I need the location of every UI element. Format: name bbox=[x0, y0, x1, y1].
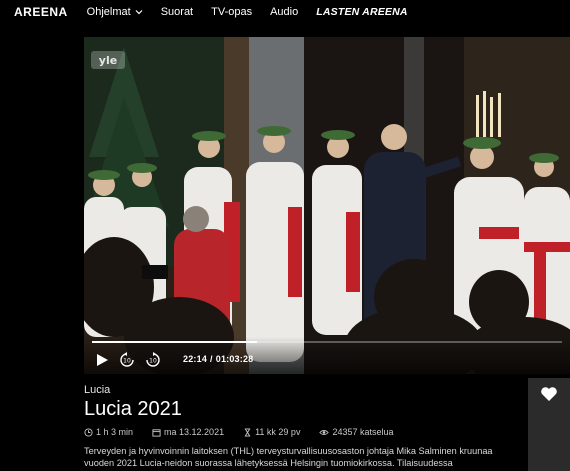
yle-logo: yle bbox=[91, 51, 125, 69]
top-navigation: AREENA Ohjelmat Suorat TV-opas Audio LAS… bbox=[0, 0, 570, 24]
duration-text: 1 h 3 min bbox=[96, 427, 134, 437]
rewind-10-button[interactable]: 10 bbox=[119, 352, 135, 368]
program-title: Lucia 2021 bbox=[84, 398, 182, 420]
meta-availability: 11 kk 29 pv bbox=[243, 427, 300, 437]
nav-item-audio[interactable]: Audio bbox=[270, 6, 298, 18]
nav-item-suorat[interactable]: Suorat bbox=[161, 6, 193, 18]
availability-text: 11 kk 29 pv bbox=[255, 427, 301, 437]
forward-10-icon: 10 bbox=[146, 352, 160, 367]
play-button[interactable] bbox=[94, 352, 110, 368]
total-duration: 01:03:28 bbox=[215, 354, 254, 364]
program-category[interactable]: Lucia bbox=[84, 384, 110, 396]
video-player[interactable]: yle 10 10 22:14/01:03:28 bbox=[84, 37, 570, 374]
views-text: 24357 katselua bbox=[332, 427, 394, 437]
nav-item-ohjelmat[interactable]: Ohjelmat bbox=[87, 6, 143, 18]
calendar-icon bbox=[152, 428, 161, 437]
svg-text:10: 10 bbox=[123, 358, 131, 365]
time-separator: / bbox=[210, 354, 213, 364]
progress-fill bbox=[92, 341, 257, 343]
heart-icon[interactable] bbox=[540, 386, 558, 402]
play-icon bbox=[97, 354, 108, 366]
time-display: 22:14/01:03:28 bbox=[183, 354, 253, 364]
clock-icon bbox=[84, 427, 93, 437]
meta-date: ma 13.12.2021 bbox=[152, 427, 224, 437]
meta-views: 24357 katselua bbox=[319, 427, 394, 437]
progress-bar[interactable] bbox=[92, 341, 562, 343]
svg-text:10: 10 bbox=[149, 358, 157, 365]
forward-10-button[interactable]: 10 bbox=[145, 352, 161, 368]
hourglass-icon bbox=[244, 427, 251, 437]
nav-item-lasten-areena[interactable]: LASTEN AREENA bbox=[316, 6, 407, 18]
meta-duration: 1 h 3 min bbox=[84, 427, 133, 437]
current-time: 22:14 bbox=[183, 354, 208, 364]
video-frame bbox=[84, 37, 570, 374]
brand-logo[interactable]: AREENA bbox=[14, 5, 68, 19]
chevron-down-icon bbox=[135, 10, 143, 15]
program-meta: 1 h 3 min ma 13.12.2021 11 kk 29 pv 2435… bbox=[84, 427, 413, 437]
rewind-10-icon: 10 bbox=[120, 352, 134, 367]
nav-item-label: Ohjelmat bbox=[86, 6, 131, 18]
date-text: ma 13.12.2021 bbox=[164, 427, 225, 437]
player-controls: 10 10 22:14/01:03:28 bbox=[84, 337, 570, 374]
nav-item-tv-opas[interactable]: TV-opas bbox=[211, 6, 252, 18]
program-description: Terveyden ja hyvinvoinnin laitoksen (THL… bbox=[84, 446, 493, 468]
eye-icon bbox=[319, 429, 330, 435]
